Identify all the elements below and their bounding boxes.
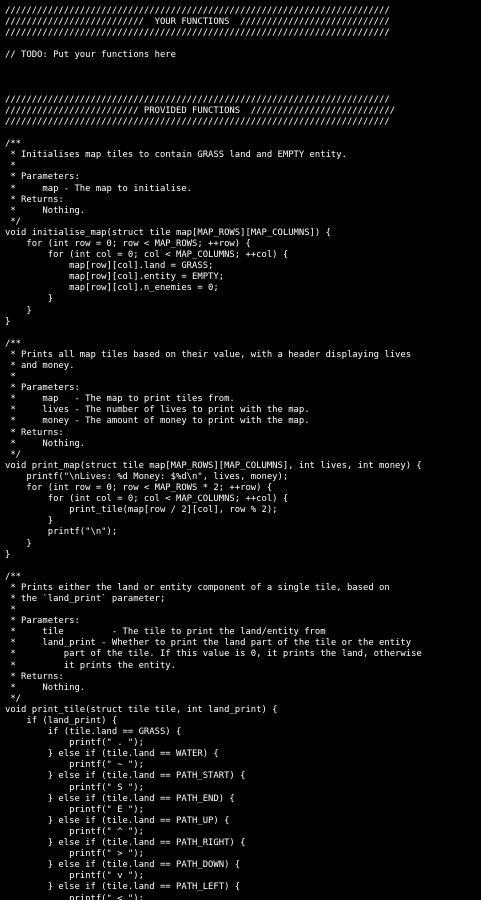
code-line: for (int col = 0; col < MAP_COLUMNS; ++c… bbox=[5, 494, 289, 505]
code-line: } bbox=[5, 316, 11, 327]
code-line: * Returns: bbox=[5, 671, 64, 682]
code-line: * it prints the entity. bbox=[5, 660, 176, 671]
code-line: /** bbox=[5, 139, 22, 150]
code-line: */ bbox=[5, 216, 22, 227]
code-line: * Parameters: bbox=[5, 616, 80, 627]
code-line: map[row][col].n_enemies = 0; bbox=[5, 283, 219, 294]
code-line: } bbox=[5, 305, 32, 316]
code-line: ///////////////////////// PROVIDED FUNCT… bbox=[5, 105, 396, 116]
code-line: * Prints all map tiles based on their va… bbox=[5, 349, 412, 360]
code-editor[interactable]: ////////////////////////////////////////… bbox=[0, 0, 481, 900]
code-line: ////////////////////////////////////////… bbox=[5, 94, 390, 105]
code-line: for (int row = 0; row < MAP_ROWS; ++row)… bbox=[5, 238, 251, 249]
code-line: * Nothing. bbox=[5, 438, 86, 449]
code-line: } else if (tile.land == PATH_DOWN) { bbox=[5, 860, 241, 871]
code-line: * map - The map to print tiles from. bbox=[5, 394, 235, 405]
code-line: } else if (tile.land == PATH_RIGHT) { bbox=[5, 838, 246, 849]
code-line: map[row][col].land = GRASS; bbox=[5, 261, 214, 272]
code-line: void print_tile(struct tile tile, int la… bbox=[5, 704, 278, 715]
code-text[interactable]: ////////////////////////////////////////… bbox=[0, 0, 481, 900]
code-line: printf(" ~ "); bbox=[5, 760, 144, 771]
code-line: ////////////////////////////////////////… bbox=[5, 116, 390, 127]
code-line: for (int col = 0; col < MAP_COLUMNS; ++c… bbox=[5, 250, 289, 261]
code-line: /** bbox=[5, 338, 22, 349]
code-line: * Returns: bbox=[5, 194, 64, 205]
code-line: printf(" > "); bbox=[5, 849, 144, 860]
code-line: * part of the tile. If this value is 0, … bbox=[5, 649, 422, 660]
code-line: // TODO: Put your functions here bbox=[5, 50, 176, 61]
code-line: * bbox=[5, 161, 16, 172]
code-line: } bbox=[5, 538, 32, 549]
code-line: * Prints either the land or entity compo… bbox=[5, 582, 390, 593]
code-line: } bbox=[5, 516, 54, 527]
code-line: ////////////////////////// YOUR FUNCTION… bbox=[5, 17, 390, 28]
code-line: * lives - The number of lives to print w… bbox=[5, 405, 310, 416]
code-line: printf(" . "); bbox=[5, 738, 144, 749]
code-line: } else if (tile.land == PATH_LEFT) { bbox=[5, 882, 241, 893]
code-line: } else if (tile.land == WATER) { bbox=[5, 749, 219, 760]
code-line: * money - The amount of money to print w… bbox=[5, 416, 310, 427]
code-line: * land_print - Whether to print the land… bbox=[5, 638, 412, 649]
code-line: * bbox=[5, 605, 16, 616]
code-line: if (land_print) { bbox=[5, 716, 118, 726]
code-line: void print_map(struct tile map[MAP_ROWS]… bbox=[5, 460, 422, 471]
code-line: print_tile(map[row / 2][col], row % 2); bbox=[5, 505, 278, 516]
code-line: } bbox=[5, 294, 54, 305]
code-line: * tile - The tile to print the land/enti… bbox=[5, 627, 326, 638]
code-line: ////////////////////////////////////////… bbox=[5, 28, 390, 39]
code-line: * bbox=[5, 372, 16, 383]
code-line: * Returns: bbox=[5, 427, 64, 438]
code-line: * Parameters: bbox=[5, 172, 80, 183]
code-line: * Parameters: bbox=[5, 383, 80, 394]
code-line: if (tile.land == GRASS) { bbox=[5, 727, 182, 738]
code-line: void initialise_map(struct tile map[MAP_… bbox=[5, 227, 331, 238]
code-line: printf(" S "); bbox=[5, 782, 144, 793]
code-line: */ bbox=[5, 693, 22, 704]
code-line: * the `land_print` parameter; bbox=[5, 593, 166, 604]
code-line: } else if (tile.land == PATH_UP) { bbox=[5, 815, 230, 826]
code-line: printf("\nLives: %d Money: $%d\n", lives… bbox=[5, 471, 289, 482]
code-line: printf(" < "); bbox=[5, 893, 144, 900]
code-line: */ bbox=[5, 449, 22, 460]
code-line: printf("\n"); bbox=[5, 527, 118, 538]
code-line: * and money. bbox=[5, 361, 75, 371]
code-line: printf(" E "); bbox=[5, 804, 144, 815]
code-line: ////////////////////////////////////////… bbox=[5, 6, 390, 16]
code-line: } else if (tile.land == PATH_START) { bbox=[5, 771, 246, 782]
code-line: * Nothing. bbox=[5, 682, 86, 693]
code-line: printf(" v "); bbox=[5, 871, 144, 882]
code-line: } bbox=[5, 549, 11, 560]
code-line: * map - The map to initialise. bbox=[5, 183, 193, 194]
code-line: map[row][col].entity = EMPTY; bbox=[5, 272, 225, 283]
code-line: } else if (tile.land == PATH_END) { bbox=[5, 793, 235, 804]
code-line: printf(" ^ "); bbox=[5, 826, 144, 837]
code-line: /** bbox=[5, 571, 22, 582]
code-line: * Nothing. bbox=[5, 205, 86, 216]
code-line: * Initialises map tiles to contain GRASS… bbox=[5, 150, 347, 161]
code-line: for (int row = 0; row < MAP_ROWS * 2; ++… bbox=[5, 483, 273, 494]
